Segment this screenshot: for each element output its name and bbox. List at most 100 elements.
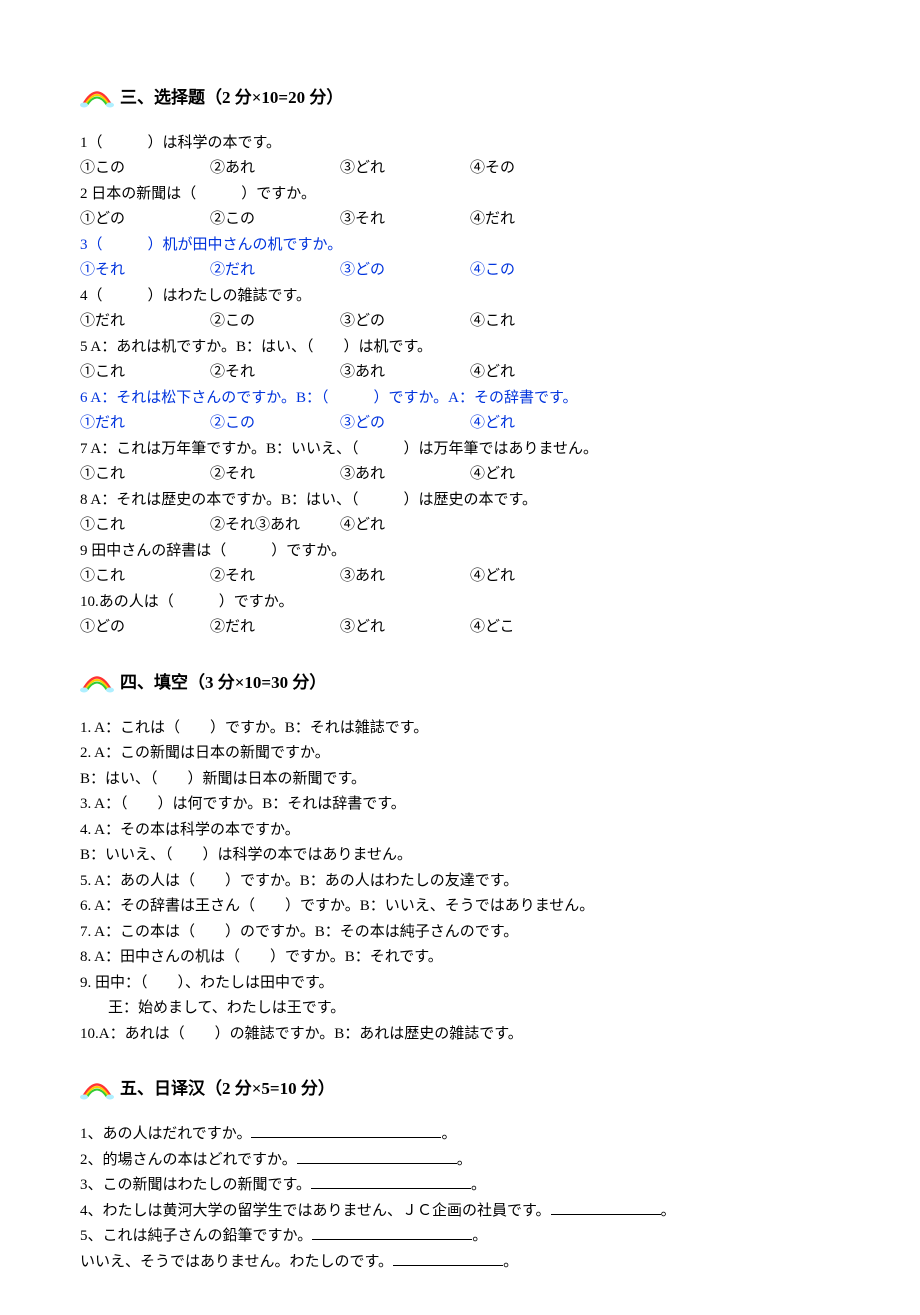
- q3-10-o1: ①どの: [80, 615, 210, 641]
- blank-line: [312, 1225, 472, 1240]
- blank-line: [297, 1149, 457, 1164]
- q3-6-o4: ④どれ: [470, 411, 600, 437]
- blank-line: [251, 1123, 441, 1138]
- q5-1: 1、あの人はだれですか。 。: [80, 1122, 840, 1148]
- q3-6-o1: ①だれ: [80, 411, 210, 437]
- q3-7-o3: ③あれ: [340, 462, 470, 488]
- q3-5-o2: ②それ: [210, 360, 340, 386]
- q4-4b: B：いいえ、（ ）は科学の本ではありません。: [80, 843, 840, 869]
- q3-5-text: 5 A：あれは机ですか。B：はい、（ ）は机です。: [80, 335, 840, 361]
- q3-9-text: 9 田中さんの辞書は（ ）ですか。: [80, 539, 840, 565]
- q3-4-o3: ③どの: [340, 309, 470, 335]
- q3-10-o4: ④どこ: [470, 615, 600, 641]
- section-5-title: 五、日译汉（2 分×5=10 分）: [120, 1075, 335, 1104]
- q3-3-o3: ③どの: [340, 258, 470, 284]
- q5-5b: いいえ、そうではありません。わたしのです。 。: [80, 1250, 840, 1276]
- q3-4-o2: ②この: [210, 309, 340, 335]
- q3-10-o3: ③どれ: [340, 615, 470, 641]
- q3-8-o1: ①これ: [80, 513, 210, 539]
- q3-5-o4: ④どれ: [470, 360, 600, 386]
- q3-7-text: 7 A：これは万年筆ですか。B：いいえ、（ ）は万年筆ではありません。: [80, 437, 840, 463]
- q3-2-o3: ③それ: [340, 207, 470, 233]
- section-4-title: 四、填空（3 分×10=30 分）: [120, 669, 326, 698]
- q5-5: 5、これは純子さんの鉛筆ですか。 。: [80, 1224, 840, 1250]
- q4-8: 8. A：田中さんの机は（ ）ですか。B：それです。: [80, 945, 840, 971]
- blank-line: [311, 1174, 471, 1189]
- q3-4-o4: ④これ: [470, 309, 600, 335]
- q4-9b: 王：始めまして、わたしは王です。: [80, 996, 840, 1022]
- blank-line: [551, 1200, 661, 1215]
- q3-7-options: ①これ ②それ ③あれ ④どれ: [80, 462, 840, 488]
- period: 。: [472, 1228, 487, 1244]
- q3-1-o3: ③どれ: [340, 156, 470, 182]
- q3-8-o3: ④どれ: [340, 513, 470, 539]
- q3-3-o4: ④この: [470, 258, 600, 284]
- q3-6-o3: ③どの: [340, 411, 470, 437]
- section-4-header: 四、填空（3 分×10=30 分）: [80, 669, 840, 698]
- q4-2b: B：はい、（ ）新聞は日本の新聞です。: [80, 767, 840, 793]
- q3-3-o1: ①それ: [80, 258, 210, 284]
- q4-7: 7. A：この本は（ ）のですか。B：その本は純子さんのです。: [80, 920, 840, 946]
- q5-4: 4、わたしは黄河大学の留学生ではありません、ＪＣ企画の社員です。。: [80, 1199, 840, 1225]
- q3-10-text: 10.あの人は（ ）ですか。: [80, 590, 840, 616]
- period: 。: [441, 1126, 456, 1142]
- q3-5-o1: ①これ: [80, 360, 210, 386]
- period: 。: [661, 1203, 676, 1219]
- q3-6-o2: ②この: [210, 411, 340, 437]
- section-5-header: 五、日译汉（2 分×5=10 分）: [80, 1075, 840, 1104]
- q3-9-options: ①これ ②それ ③あれ ④どれ: [80, 564, 840, 590]
- period: 。: [503, 1254, 518, 1270]
- rainbow-icon: [80, 1080, 114, 1100]
- section-3-header: 三、选择题（2 分×10=20 分）: [80, 84, 840, 113]
- q4-6: 6. A：その辞書は王さん（ ）ですか。B：いいえ、そうではありません。: [80, 894, 840, 920]
- q3-5-o3: ③あれ: [340, 360, 470, 386]
- q3-10-options: ①どの ②だれ ③どれ ④どこ: [80, 615, 840, 641]
- blank-line: [393, 1251, 503, 1266]
- q3-8-text: 8 A：それは歴史の本ですか。B：はい、（ ）は歴史の本です。: [80, 488, 840, 514]
- q3-9-o3: ③あれ: [340, 564, 470, 590]
- rainbow-icon: [80, 88, 114, 108]
- rainbow-icon: [80, 673, 114, 693]
- q3-8-o2: ②それ③あれ: [210, 513, 340, 539]
- q3-4-o1: ①だれ: [80, 309, 210, 335]
- q3-2-text: 2 日本の新聞は（ ）ですか。: [80, 182, 840, 208]
- q3-1-options: ①この ②あれ ③どれ ④その: [80, 156, 840, 182]
- q5-5-text: 5、これは純子さんの鉛筆ですか。: [80, 1228, 312, 1244]
- q4-4a: 4. A：その本は科学の本ですか。: [80, 818, 840, 844]
- q4-5: 5. A：あの人は（ ）ですか。B：あの人はわたしの友達です。: [80, 869, 840, 895]
- q3-3-o2: ②だれ: [210, 258, 340, 284]
- q3-9-o4: ④どれ: [470, 564, 600, 590]
- q4-9a: 9. 田中：（ ）、わたしは田中です。: [80, 971, 840, 997]
- q3-2-o1: ①どの: [80, 207, 210, 233]
- q3-6-text: 6 A：それは松下さんのですか。B：（ ）ですか。A：その辞書です。: [80, 386, 840, 412]
- q3-7-o2: ②それ: [210, 462, 340, 488]
- q3-2-options: ①どの ②この ③それ ④だれ: [80, 207, 840, 233]
- q4-1: 1. A：これは（ ）ですか。B：それは雑誌です。: [80, 716, 840, 742]
- q3-1-o4: ④その: [470, 156, 600, 182]
- q4-3: 3. A：（ ）は何ですか。B：それは辞書です。: [80, 792, 840, 818]
- q3-7-o1: ①これ: [80, 462, 210, 488]
- period: 。: [457, 1152, 472, 1168]
- q3-10-o2: ②だれ: [210, 615, 340, 641]
- q3-8-options: ①これ ②それ③あれ ④どれ: [80, 513, 840, 539]
- q3-8-o4: [470, 513, 600, 539]
- q3-4-text: 4（ ）はわたしの雑誌です。: [80, 284, 840, 310]
- q4-2a: 2. A：この新聞は日本の新聞ですか。: [80, 741, 840, 767]
- q5-2: 2、的場さんの本はどれですか。 。: [80, 1148, 840, 1174]
- q3-2-o4: ④だれ: [470, 207, 600, 233]
- q3-2-o2: ②この: [210, 207, 340, 233]
- q3-6-options: ①だれ ②この ③どの ④どれ: [80, 411, 840, 437]
- q5-3-text: 3、この新聞はわたしの新聞です。: [80, 1177, 311, 1193]
- q3-7-o4: ④どれ: [470, 462, 600, 488]
- section-3-title: 三、选择题（2 分×10=20 分）: [120, 84, 343, 113]
- q3-5-options: ①これ ②それ ③あれ ④どれ: [80, 360, 840, 386]
- q5-2-text: 2、的場さんの本はどれですか。: [80, 1152, 297, 1168]
- q5-1-text: 1、あの人はだれですか。: [80, 1126, 251, 1142]
- q3-1-o2: ②あれ: [210, 156, 340, 182]
- q3-9-o2: ②それ: [210, 564, 340, 590]
- period: 。: [471, 1177, 486, 1193]
- q5-5b-text: いいえ、そうではありません。わたしのです。: [80, 1254, 393, 1270]
- q3-9-o1: ①これ: [80, 564, 210, 590]
- q3-4-options: ①だれ ②この ③どの ④これ: [80, 309, 840, 335]
- q3-3-text: 3（ ）机が田中さんの机ですか。: [80, 233, 840, 259]
